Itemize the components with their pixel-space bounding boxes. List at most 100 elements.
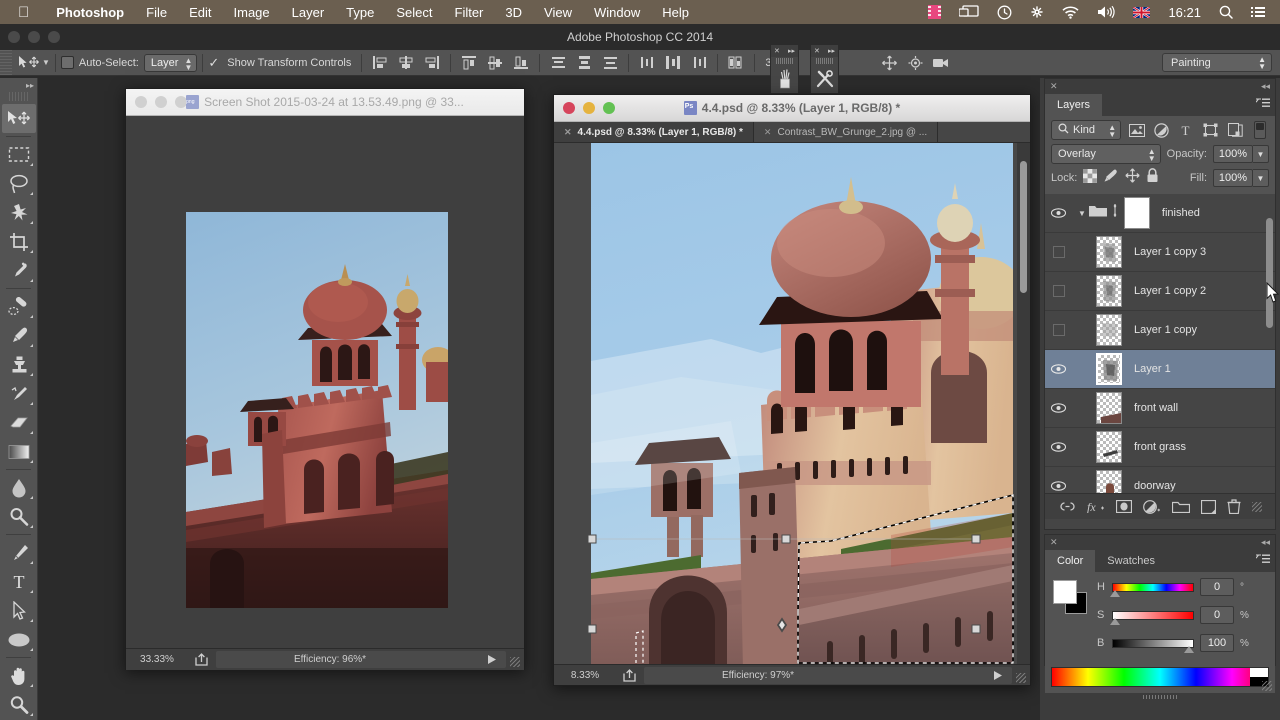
align-right-edges-icon[interactable] [419,52,445,74]
layer-list[interactable]: ▼ finished Layer 1 copy 3 Layer 1 copy 2… [1045,194,1275,493]
brush-tool[interactable] [2,321,36,350]
align-top-edges-icon[interactable] [456,52,482,74]
new-adjustment-layer-icon[interactable] [1142,499,1161,514]
saturation-value[interactable]: 0 [1200,606,1234,624]
play-triangle-icon[interactable] [488,654,496,667]
hue-slider-knob[interactable] [1110,589,1120,597]
layer-thumbnail[interactable] [1096,470,1122,493]
lock-transparent-pixels-icon[interactable] [1083,168,1098,188]
layer-visibility-toggle[interactable] [1045,442,1072,452]
share-icon[interactable] [188,652,216,666]
canvas-vertical-scrollbar[interactable] [1017,143,1030,671]
menu-item-photoshop[interactable]: Photoshop [45,5,135,20]
background-status-info[interactable]: Efficiency: 96%* [216,650,506,668]
panel-menu-icon[interactable] [1255,98,1270,112]
hue-slider-track[interactable] [1112,582,1194,592]
ellipse-shape-tool[interactable] [2,625,36,654]
menu-item-3d[interactable]: 3D [494,5,533,20]
color-panel-grip[interactable]: ✕ ◂◂ [1045,535,1275,550]
layers-panel-scrollbar[interactable] [1265,194,1274,493]
align-vertical-centers-icon[interactable] [482,52,508,74]
3d-rotate-icon[interactable] [903,52,929,74]
volume-icon[interactable] [1088,5,1124,19]
chevron-down-icon[interactable]: ▼ [1078,209,1086,218]
group-disclosure[interactable]: ▼ [1078,203,1120,222]
close-icon[interactable]: ✕ [564,127,572,138]
layer-visibility-toggle[interactable] [1045,403,1072,413]
layer-row-layer-1-copy[interactable]: Layer 1 copy [1045,311,1275,350]
align-left-edges-icon[interactable] [367,52,393,74]
collapse-toolbar-button[interactable]: ▸▸ [0,78,37,92]
hue-value[interactable]: 0 [1200,578,1234,596]
3d-camera-icon[interactable] [929,52,955,74]
foreground-color-swatch[interactable] [1053,580,1077,604]
double-chevron-left-icon[interactable]: ◂◂ [1261,81,1270,92]
layer-thumbnail[interactable] [1096,236,1122,268]
saturation-slider-knob[interactable] [1110,617,1120,625]
filter-type-icon[interactable]: T [1176,120,1195,140]
wifi-icon[interactable] [1053,5,1088,19]
apple-icon[interactable]:  [18,5,29,20]
crop-tool[interactable] [2,227,36,256]
traffic-lights[interactable] [554,102,615,114]
add-layer-mask-icon[interactable] [1115,500,1132,513]
zoom-tool[interactable] [2,690,36,719]
layer-thumbnail[interactable] [1096,314,1122,346]
zoom-button[interactable] [175,96,187,108]
close-icon[interactable]: ✕ [774,47,780,55]
screenflow-icon[interactable] [919,5,950,19]
brightness-slider-knob[interactable] [1184,645,1194,653]
dodge-tool[interactable] [2,502,36,531]
layers-scroll-thumb[interactable] [1266,218,1273,328]
layer-visibility-toggle[interactable] [1045,285,1072,297]
opacity-stepper[interactable]: ▼ [1253,145,1269,163]
menu-item-edit[interactable]: Edit [178,5,222,20]
layer-name[interactable]: front wall [1134,402,1178,414]
panel-drag-grip[interactable] [1143,695,1177,699]
background-canvas-area[interactable] [126,116,524,670]
layer-name[interactable]: doorway [1134,480,1176,492]
background-window-title-bar[interactable]: Screen Shot 2015-03-24 at 13.53.49.png @… [126,89,524,116]
zoom-button[interactable] [603,102,615,114]
new-group-icon[interactable] [1171,500,1190,513]
blur-tool[interactable] [2,473,36,502]
layer-row-layer-1-copy-3[interactable]: Layer 1 copy 3 [1045,233,1275,272]
resize-grip-icon[interactable] [1012,665,1030,685]
auto-select-checkbox[interactable] [60,56,74,69]
filter-toggle-switch[interactable] [1250,120,1269,140]
distribute-horizontal-centers-icon[interactable] [660,52,686,74]
clone-stamp-tool[interactable] [2,350,36,379]
close-button[interactable] [135,96,147,108]
lasso-tool[interactable] [2,169,36,198]
fill-stepper[interactable]: ▼ [1253,169,1269,187]
uk-flag-icon[interactable] [1124,6,1159,18]
show-transform-checkbox[interactable]: ✓ [208,55,219,71]
layer-thumbnail[interactable] [1096,392,1122,424]
lock-image-pixels-icon[interactable] [1103,168,1119,188]
document-tab-contrast-bw-grunge[interactable]: ✕ Contrast_BW_Grunge_2.jpg @ ... [754,122,939,142]
pen-tool[interactable] [2,538,36,567]
workspace-selector[interactable]: Painting ▲ ▼ [1162,53,1272,72]
app-minimize-button[interactable] [28,31,40,43]
app-zoom-button[interactable] [48,31,60,43]
resize-grip-icon[interactable] [506,649,524,669]
layer-visibility-toggle[interactable] [1045,208,1072,218]
active-window-title-bar[interactable]: 4.4.psd @ 8.33% (Layer 1, RGB/8) * [554,95,1030,122]
options-bar-grip[interactable] [0,49,12,76]
play-triangle-icon[interactable] [994,670,1002,683]
dropbox-icon[interactable] [1021,5,1053,19]
menu-item-image[interactable]: Image [223,5,281,20]
menu-item-filter[interactable]: Filter [444,5,495,20]
layer-thumbnail[interactable] [1096,275,1122,307]
share-icon[interactable] [616,668,644,682]
active-status-info[interactable]: Efficiency: 97%* [644,666,1012,684]
panel-menu-icon[interactable] [1255,554,1270,568]
background-document-window[interactable]: Screen Shot 2015-03-24 at 13.53.49.png @… [125,88,525,670]
layer-name[interactable]: front grass [1134,441,1186,453]
type-tool[interactable]: T [2,567,36,596]
lock-all-icon[interactable] [1146,168,1159,188]
3d-pan-icon[interactable] [877,52,903,74]
notification-center-icon[interactable] [1242,6,1274,18]
panel-grip[interactable] [776,58,793,64]
menu-item-view[interactable]: View [533,5,583,20]
